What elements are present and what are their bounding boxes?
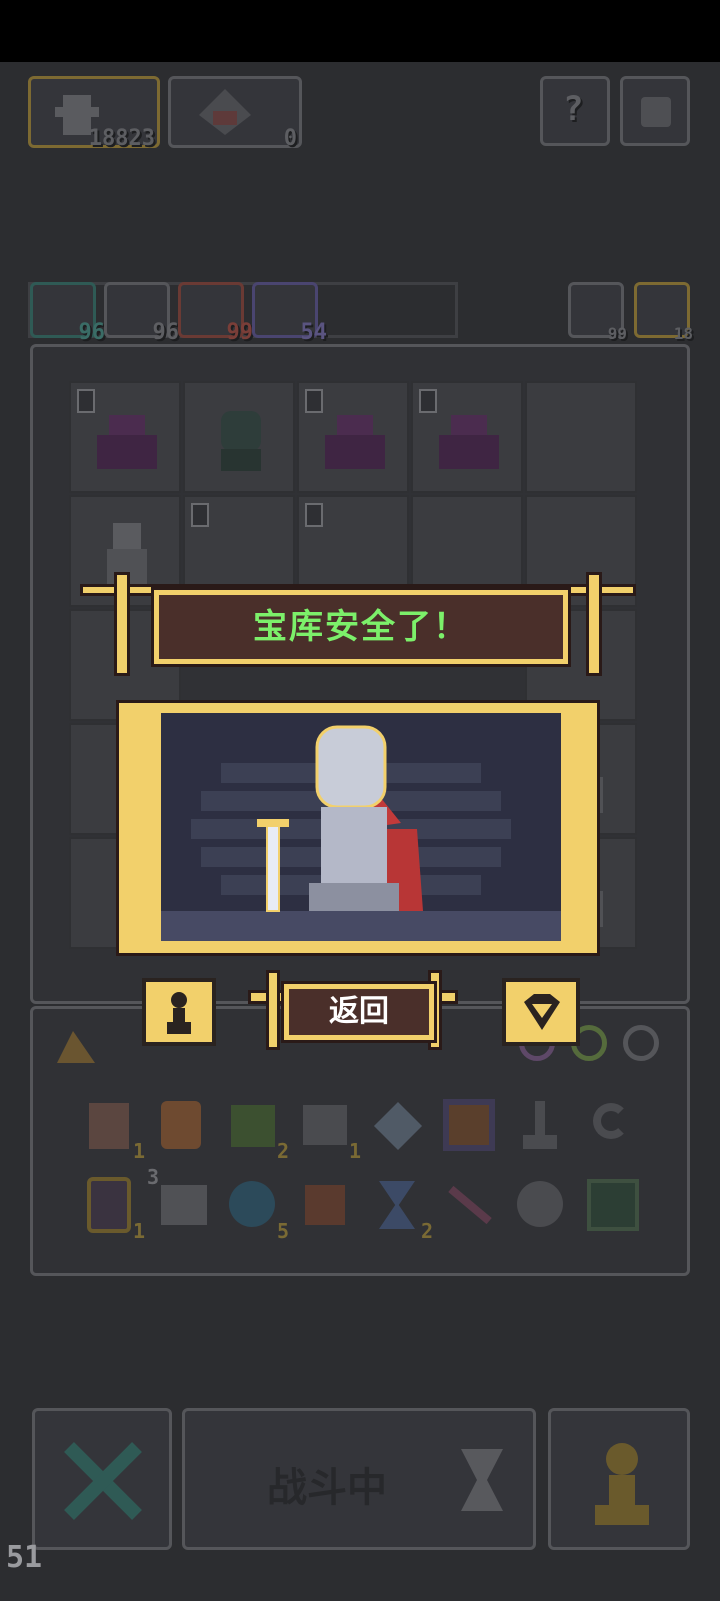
return-button[interactable]: 返回 <box>281 981 437 1043</box>
inventory-item-relic[interactable]: 1 <box>295 1095 361 1163</box>
stat-shield: 96 <box>30 282 105 345</box>
x-icon <box>64 1442 142 1520</box>
victory-modal: 宝库安全了！ <box>80 572 640 682</box>
question-icon: ? <box>563 89 584 129</box>
grid-cell[interactable] <box>297 381 409 493</box>
stat-energy: 54 <box>252 282 327 345</box>
share-button[interactable] <box>502 978 580 1046</box>
inventory-item-hourglass[interactable]: 2 <box>367 1175 433 1243</box>
relic-counter[interactable]: 0 <box>168 76 302 151</box>
stat-health: 99 <box>178 282 253 345</box>
pawn-icon <box>595 1443 649 1525</box>
demon-icon <box>97 415 157 469</box>
grid-cell[interactable] <box>525 381 637 493</box>
inventory-item-map[interactable] <box>583 1175 643 1235</box>
inventory-item-claw[interactable] <box>295 1175 355 1235</box>
help-button[interactable]: ? <box>540 76 610 146</box>
scroll-tab-icon[interactable] <box>53 1027 99 1067</box>
inventory-item-hourglass-jar[interactable]: 1 <box>79 1175 145 1243</box>
title-banner: 宝库安全了！ <box>151 587 571 667</box>
tentacle-monster-icon <box>221 411 261 471</box>
inventory-item-lever[interactable] <box>511 1095 571 1155</box>
grid-cell[interactable] <box>69 381 181 493</box>
battle-status-button[interactable]: 战斗中 <box>182 1408 536 1550</box>
inventory-item-swirl[interactable] <box>511 1175 571 1235</box>
cancel-button[interactable] <box>32 1408 172 1550</box>
grid-cell[interactable] <box>183 381 295 493</box>
inventory-item-tome[interactable] <box>439 1095 499 1155</box>
return-label: 返回 <box>329 994 389 1029</box>
hero-scene <box>154 706 568 948</box>
relic-icon <box>199 89 251 135</box>
ring-icon[interactable] <box>623 1025 659 1061</box>
hero-button[interactable] <box>548 1408 690 1550</box>
fps-counter: 51 <box>6 1540 43 1575</box>
stat-hero: 18 <box>634 282 693 343</box>
inventory-item-orb[interactable]: 5 <box>223 1175 289 1243</box>
pawn-icon <box>167 992 191 1034</box>
inventory-item-potion[interactable]: 1 <box>79 1095 145 1163</box>
left-pillar <box>114 572 130 676</box>
inventory-item-armor[interactable] <box>151 1095 211 1155</box>
inventory-item-sickle[interactable] <box>583 1095 643 1155</box>
inventory-item-shuriken[interactable] <box>367 1095 427 1155</box>
gold-counter[interactable]: 18823 <box>28 76 160 151</box>
grid-cell[interactable] <box>411 381 523 493</box>
right-pillar <box>586 572 602 676</box>
inventory-item-arrow[interactable] <box>439 1175 499 1235</box>
gear-icon <box>641 97 671 127</box>
inventory-item-goblin[interactable]: 2 <box>223 1095 289 1163</box>
heart-gem-icon <box>524 994 560 1030</box>
stat-sword: 96 <box>104 282 179 345</box>
gold-count: 18823 <box>88 126 155 151</box>
inventory-item-gauntlet[interactable]: 3 <box>147 1165 211 1235</box>
battle-label: 战斗中 <box>267 1465 387 1511</box>
demon-icon <box>439 415 499 469</box>
relic-count: 0 <box>283 126 297 151</box>
status-bar <box>0 0 720 62</box>
settings-button[interactable] <box>620 76 690 146</box>
knight-image <box>161 713 561 941</box>
hero-info-button[interactable] <box>142 978 216 1046</box>
hourglass-icon <box>461 1449 503 1511</box>
modal-title: 宝库安全了！ <box>253 607 469 647</box>
demon-icon <box>325 415 385 469</box>
stat-building: 99 <box>568 282 627 343</box>
